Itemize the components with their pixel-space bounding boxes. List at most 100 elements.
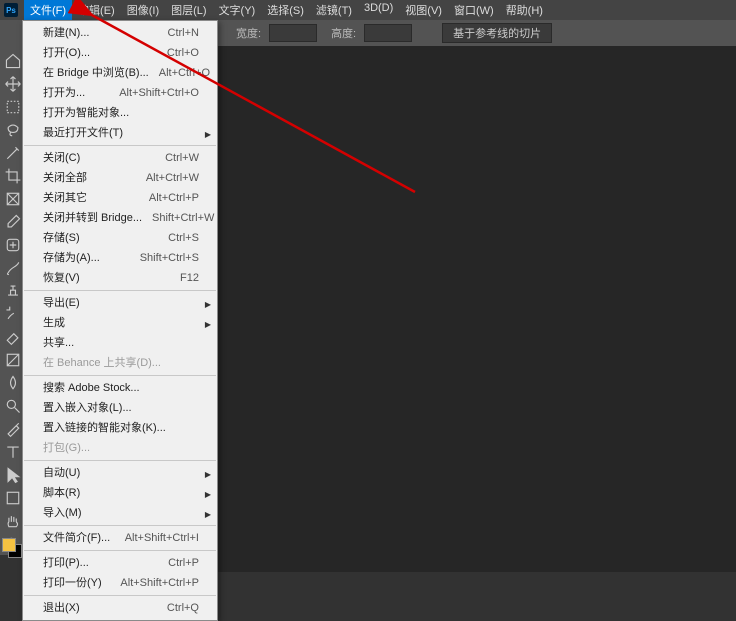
menu-item[interactable]: 生成 bbox=[23, 313, 217, 333]
menu-3dd[interactable]: 3D(D) bbox=[358, 0, 399, 20]
menu-item[interactable]: 退出(X) Ctrl+Q bbox=[23, 598, 217, 618]
menu-item[interactable]: 恢复(V) F12 bbox=[23, 268, 217, 288]
menu-item-label: 脚本(R) bbox=[43, 485, 80, 501]
healing-brush-icon[interactable] bbox=[2, 234, 24, 256]
foreground-color-swatch[interactable] bbox=[2, 538, 16, 552]
frame-icon[interactable] bbox=[2, 188, 24, 210]
menu-item[interactable]: 打印一份(Y)Alt+Shift+Ctrl+P bbox=[23, 573, 217, 593]
menu-选择s[interactable]: 选择(S) bbox=[261, 0, 310, 20]
color-swatches[interactable] bbox=[2, 538, 24, 560]
menu-item-shortcut: Ctrl+Q bbox=[157, 600, 199, 616]
menu-item-label: 生成 bbox=[43, 315, 65, 331]
menu-item-label: 打开为智能对象... bbox=[43, 105, 129, 121]
menu-item-shortcut: Ctrl+N bbox=[158, 25, 199, 41]
menu-帮助h[interactable]: 帮助(H) bbox=[500, 0, 549, 20]
menu-item[interactable]: 关闭(C) Ctrl+W bbox=[23, 148, 217, 168]
menu-item-label: 置入嵌入对象(L)... bbox=[43, 400, 132, 416]
path-select-icon[interactable] bbox=[2, 464, 24, 486]
menu-图层l[interactable]: 图层(L) bbox=[165, 0, 212, 20]
hand-icon[interactable] bbox=[2, 510, 24, 532]
menu-item[interactable]: 存储为(A)...Shift+Ctrl+S bbox=[23, 248, 217, 268]
menu-item[interactable]: 置入嵌入对象(L)... bbox=[23, 398, 217, 418]
menu-separator bbox=[24, 550, 216, 551]
menu-item-label: 关闭(C) bbox=[43, 150, 80, 166]
menu-item-label: 自动(U) bbox=[43, 465, 80, 481]
brush-icon[interactable] bbox=[2, 257, 24, 279]
home-icon[interactable] bbox=[2, 50, 24, 72]
menu-item-shortcut: Ctrl+S bbox=[158, 230, 199, 246]
gradient-icon[interactable] bbox=[2, 349, 24, 371]
guide-slice-button[interactable]: 基于参考线的切片 bbox=[442, 23, 552, 43]
menu-separator bbox=[24, 460, 216, 461]
menu-item[interactable]: 存储(S) Ctrl+S bbox=[23, 228, 217, 248]
menu-item[interactable]: 关闭并转到 Bridge...Shift+Ctrl+W bbox=[23, 208, 217, 228]
height-label: 高度: bbox=[331, 25, 356, 41]
menu-编辑e[interactable]: 编辑(E) bbox=[72, 0, 121, 20]
shape-icon[interactable] bbox=[2, 487, 24, 509]
menu-item[interactable]: 导出(E) bbox=[23, 293, 217, 313]
marquee-icon[interactable] bbox=[2, 96, 24, 118]
app-icon: Ps bbox=[4, 3, 18, 17]
eraser-icon[interactable] bbox=[2, 326, 24, 348]
menu-item-label: 关闭全部 bbox=[43, 170, 87, 186]
menu-item[interactable]: 自动(U) bbox=[23, 463, 217, 483]
width-field[interactable] bbox=[269, 24, 317, 42]
menu-separator bbox=[24, 145, 216, 146]
menu-item-shortcut: Ctrl+O bbox=[157, 45, 199, 61]
clone-stamp-icon[interactable] bbox=[2, 280, 24, 302]
blur-icon[interactable] bbox=[2, 372, 24, 394]
crop-icon[interactable] bbox=[2, 165, 24, 187]
menu-视图v[interactable]: 视图(V) bbox=[399, 0, 448, 20]
menu-item[interactable]: 关闭全部Alt+Ctrl+W bbox=[23, 168, 217, 188]
menu-item[interactable]: 最近打开文件(T) bbox=[23, 123, 217, 143]
magic-wand-icon[interactable] bbox=[2, 142, 24, 164]
menu-item-label: 文件简介(F)... bbox=[43, 530, 110, 546]
menu-item[interactable]: 新建(N)... Ctrl+N bbox=[23, 23, 217, 43]
menu-item[interactable]: 关闭其它Alt+Ctrl+P bbox=[23, 188, 217, 208]
menu-item-shortcut: Ctrl+W bbox=[155, 150, 199, 166]
pen-icon[interactable] bbox=[2, 418, 24, 440]
menu-滤镜t[interactable]: 滤镜(T) bbox=[310, 0, 358, 20]
menu-item-label: 共享... bbox=[43, 335, 74, 351]
menu-item-label: 恢复(V) bbox=[43, 270, 80, 286]
menu-item[interactable]: 导入(M) bbox=[23, 503, 217, 523]
menu-item[interactable]: 共享... bbox=[23, 333, 217, 353]
menu-item-shortcut: F12 bbox=[170, 270, 199, 286]
move-icon[interactable] bbox=[2, 73, 24, 95]
menu-item[interactable]: 打开为智能对象... bbox=[23, 103, 217, 123]
menu-item-label: 导入(M) bbox=[43, 505, 82, 521]
menu-item-shortcut: Shift+Ctrl+W bbox=[142, 210, 214, 226]
history-brush-icon[interactable] bbox=[2, 303, 24, 325]
menu-文件f[interactable]: 文件(F) bbox=[24, 0, 72, 20]
dodge-icon[interactable] bbox=[2, 395, 24, 417]
file-menu-dropdown: 新建(N)... Ctrl+N 打开(O)...Ctrl+O在 Bridge 中浏览… bbox=[22, 20, 218, 621]
menu-separator bbox=[24, 375, 216, 376]
menu-窗口w[interactable]: 窗口(W) bbox=[448, 0, 500, 20]
menu-item-label: 打包(G)... bbox=[43, 440, 90, 456]
menu-item-shortcut: Alt+Ctrl+O bbox=[149, 65, 210, 81]
lasso-icon[interactable] bbox=[2, 119, 24, 141]
menu-item[interactable]: 打开为...Alt+Shift+Ctrl+O bbox=[23, 83, 217, 103]
menu-item[interactable]: 搜索 Adobe Stock... bbox=[23, 378, 217, 398]
height-field[interactable] bbox=[364, 24, 412, 42]
menu-item-label: 存储(S) bbox=[43, 230, 80, 246]
menu-item-label: 退出(X) bbox=[43, 600, 80, 616]
menu-item: 打包(G)... bbox=[23, 438, 217, 458]
menu-item-shortcut: Alt+Shift+Ctrl+P bbox=[110, 575, 199, 591]
menu-文字y[interactable]: 文字(Y) bbox=[213, 0, 262, 20]
menu-item[interactable]: 打开(O)...Ctrl+O bbox=[23, 43, 217, 63]
eyedropper-icon[interactable] bbox=[2, 211, 24, 233]
menu-item-label: 新建(N)... bbox=[43, 25, 89, 41]
menu-item[interactable]: 置入链接的智能对象(K)... bbox=[23, 418, 217, 438]
menu-item[interactable]: 文件简介(F)...Alt+Shift+Ctrl+I bbox=[23, 528, 217, 548]
menu-item[interactable]: 在 Bridge 中浏览(B)...Alt+Ctrl+O bbox=[23, 63, 217, 83]
menu-图像i[interactable]: 图像(I) bbox=[121, 0, 165, 20]
menu-separator bbox=[24, 525, 216, 526]
menu-separator bbox=[24, 595, 216, 596]
type-icon[interactable] bbox=[2, 441, 24, 463]
menu-item-label: 导出(E) bbox=[43, 295, 80, 311]
menu-item[interactable]: 打印(P)...Ctrl+P bbox=[23, 553, 217, 573]
menu-item-label: 关闭并转到 Bridge... bbox=[43, 210, 142, 226]
menu-item[interactable]: 脚本(R) bbox=[23, 483, 217, 503]
menu-item-label: 打开为... bbox=[43, 85, 85, 101]
